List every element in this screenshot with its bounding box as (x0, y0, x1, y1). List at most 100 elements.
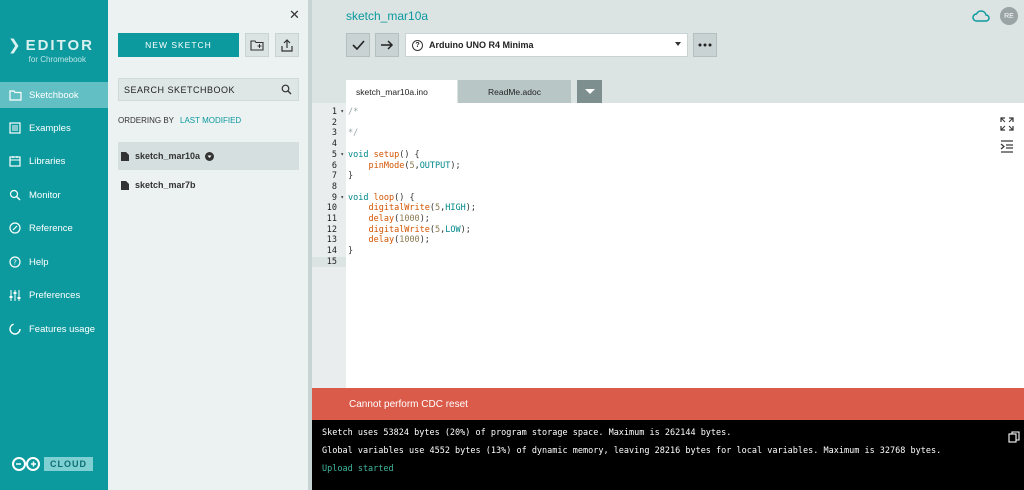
sketchbook-panel: ✕ NEW SKETCH ORDERING BY LAST MODIFIED sk… (108, 0, 308, 490)
line-number: 13 (326, 235, 337, 246)
nav-item-help[interactable]: ? Help (0, 249, 108, 275)
user-avatar[interactable]: RE (1000, 7, 1018, 25)
code-content[interactable]: /* */ void setup() { pinMode(5,OUTPUT); … (348, 107, 476, 257)
sketch-file-item[interactable]: sketch_mar7b (118, 171, 299, 199)
line-number: 9 ▾ (331, 192, 344, 203)
line-number: 2 (331, 117, 337, 128)
upload-sketch-button[interactable] (275, 33, 299, 57)
help-icon: ? (8, 255, 22, 269)
nav-label: Preferences (29, 289, 81, 301)
line-gutter: 1 ▾ 2 3 4 5 ▾ 6 7 8 9 ▾ 10 11 12 13 14 15 (312, 103, 346, 388)
nav-item-sketchbook[interactable]: Sketchbook (0, 82, 108, 108)
checkmark-icon (351, 40, 365, 50)
ellipsis-icon (698, 43, 712, 47)
sketch-file-name: sketch_mar7b (135, 180, 196, 190)
editor-side-icons (1000, 117, 1014, 153)
line-number: 11 (326, 214, 337, 224)
line-number: 10 (326, 203, 337, 214)
nav-item-features-usage[interactable]: Features usage (0, 316, 108, 342)
chevron-down-icon (584, 89, 595, 94)
line-number: 4 (331, 139, 337, 150)
arduino-cloud-link[interactable]: CLOUD (10, 456, 93, 472)
console-line: Sketch uses 53824 bytes (20%) of program… (322, 428, 732, 438)
ordering-label: ORDERING BY (118, 116, 175, 125)
new-folder-button[interactable] (245, 33, 269, 57)
nav-label: Features usage (29, 323, 96, 335)
new-sketch-button[interactable]: NEW SKETCH (118, 33, 239, 57)
sketch-file-item[interactable]: sketch_mar10a (118, 142, 299, 170)
output-console: Sketch uses 53824 bytes (20%) of program… (312, 420, 1024, 490)
search-sketchbook (118, 78, 299, 101)
search-input[interactable] (124, 84, 279, 95)
reference-icon (8, 221, 22, 235)
folder-icon (8, 88, 22, 102)
sketch-file-name: sketch_mar10a (135, 151, 201, 161)
new-folder-icon (250, 40, 264, 51)
nav-label: Libraries (29, 155, 66, 167)
nav-label: Sketchbook (29, 89, 79, 101)
board-selector[interactable]: ? Arduino UNO R4 Minima (405, 33, 688, 57)
top-right-icons: RE (972, 7, 1018, 25)
nav-item-reference[interactable]: Reference (0, 215, 108, 241)
nav-item-monitor[interactable]: Monitor (0, 182, 108, 208)
chevron-logo-icon: ❯ (8, 37, 23, 54)
preferences-icon (8, 288, 22, 302)
line-number: 1 ▾ (331, 107, 344, 117)
nav-label: Help (29, 256, 49, 268)
nav-item-libraries[interactable]: Libraries (0, 148, 108, 174)
upload-icon (281, 38, 293, 52)
line-number: 8 (331, 181, 337, 192)
svg-text:?: ? (13, 259, 17, 267)
indent-icon[interactable] (1000, 139, 1014, 153)
error-banner: Cannot perform CDC reset (312, 388, 1024, 420)
brand-name: EDITOR (25, 36, 94, 54)
fold-icon: ▾ (340, 150, 344, 158)
expand-icon[interactable] (1000, 117, 1014, 131)
dropdown-circle-icon[interactable] (205, 151, 215, 161)
question-icon: ? (412, 39, 423, 51)
tab-sketch-ino[interactable]: sketch_mar10a.ino (346, 80, 457, 103)
close-icon[interactable]: ✕ (289, 7, 300, 23)
ordering-row: ORDERING BY LAST MODIFIED (118, 116, 241, 125)
more-options-button[interactable] (693, 33, 717, 57)
line-number-current: 15 (312, 256, 346, 268)
console-line-status: Upload started (322, 464, 394, 474)
file-icon (121, 151, 129, 161)
arrow-right-icon (381, 40, 394, 50)
chevron-down-icon (675, 42, 681, 46)
cloud-sync-icon[interactable] (972, 10, 990, 22)
features-usage-icon (8, 322, 22, 336)
monitor-icon (8, 188, 22, 202)
fold-icon: ▾ (340, 108, 344, 115)
brand-subtitle: for Chromebook (28, 55, 86, 64)
fold-icon: ▾ (340, 193, 344, 201)
main-area: sketch_mar10a RE ? Arduino UNO R4 Minima… (312, 0, 1024, 490)
line-number: 3 (331, 128, 337, 139)
editor-logo: ❯ EDITOR for Chromebook (8, 36, 104, 65)
line-number: 5 ▾ (331, 149, 344, 160)
nav-label: Monitor (29, 189, 61, 201)
upload-button[interactable] (375, 33, 399, 57)
board-name: Arduino UNO R4 Minima (429, 40, 534, 50)
nav-label: Examples (29, 122, 71, 134)
verify-button[interactable] (346, 33, 370, 57)
ordering-value-link[interactable]: LAST MODIFIED (180, 116, 241, 125)
line-number: 7 (331, 171, 337, 182)
line-number: 12 (326, 224, 337, 235)
line-number: 6 (331, 160, 337, 171)
nav-item-examples[interactable]: Examples (0, 115, 108, 141)
console-line: Global variables use 4552 bytes (13%) of… (322, 446, 942, 456)
libraries-icon (8, 154, 22, 168)
nav-item-preferences[interactable]: Preferences (0, 282, 108, 308)
tab-readme[interactable]: ReadMe.adoc (458, 80, 571, 103)
left-navigation: ❯ EDITOR for Chromebook Sketchbook Exampl… (0, 0, 108, 490)
tabs-menu-button[interactable] (577, 80, 602, 103)
line-number: 14 (326, 246, 337, 257)
sketch-title[interactable]: sketch_mar10a (346, 9, 428, 23)
examples-icon (8, 121, 22, 135)
search-icon[interactable] (281, 84, 292, 95)
code-editor[interactable]: 1 ▾ 2 3 4 5 ▾ 6 7 8 9 ▾ 10 11 12 13 14 15 /… (312, 103, 1024, 388)
nav-label: Reference (29, 222, 73, 234)
cloud-badge: CLOUD (44, 457, 93, 471)
copy-icon[interactable] (1008, 431, 1020, 443)
